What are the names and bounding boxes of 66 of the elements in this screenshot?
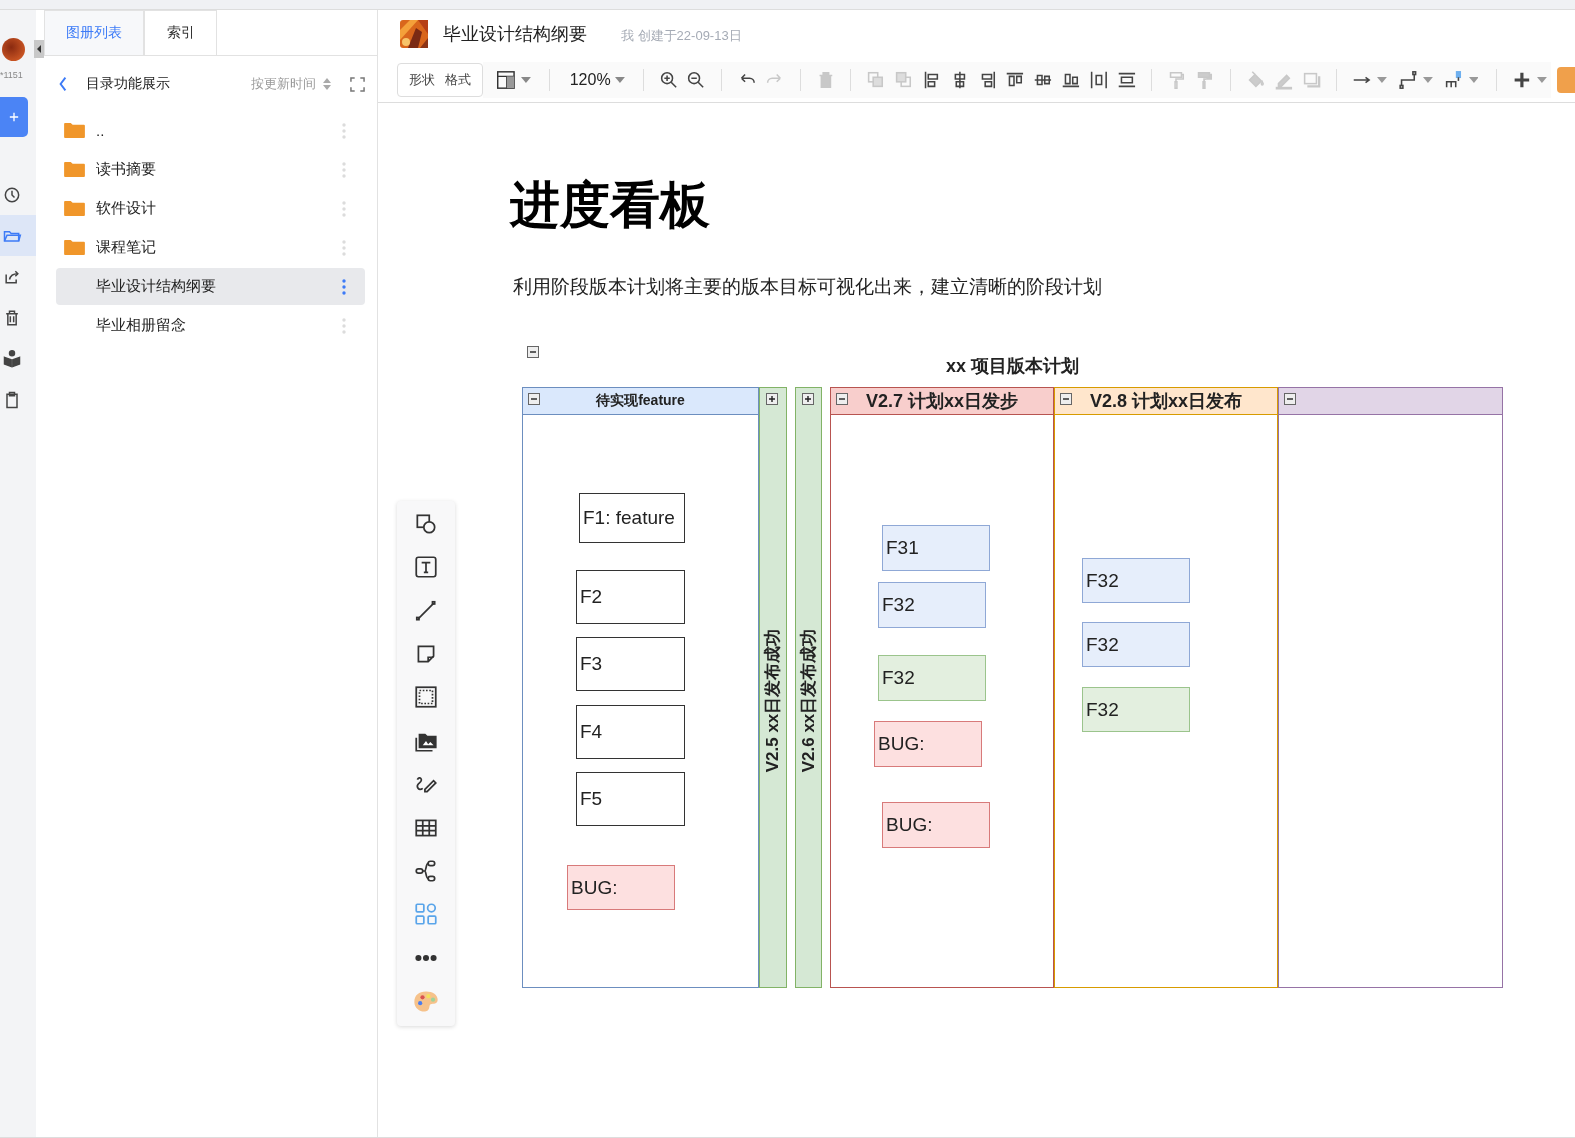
reader-icon[interactable] (2, 348, 22, 369)
user-avatar[interactable] (2, 37, 25, 61)
task-card: F32 (1082, 558, 1190, 603)
caret-icon[interactable] (1377, 77, 1388, 83)
lane-title: V2.7 计划xx日发步 (865, 390, 1019, 413)
caret-icon[interactable] (520, 77, 531, 83)
caret-icon[interactable] (614, 77, 625, 83)
task-card: F31 (882, 525, 990, 571)
lane-title: V2.5 xx日发布成功 (762, 628, 784, 773)
panel-tab[interactable]: 格式 (440, 71, 476, 89)
task-card: F32 (878, 655, 986, 701)
zoom-level[interactable]: 120% (569, 71, 611, 89)
page-description: 利用阶段版本计划将主要的版本目标可视化出来，建立清晰的阶段计划 (513, 275, 1103, 299)
collapse-toggle-icon[interactable] (34, 40, 44, 58)
back-icon[interactable] (58, 76, 68, 92)
task-card: F2 (576, 570, 685, 624)
caret-icon[interactable] (1537, 77, 1548, 83)
mind-map-icon[interactable] (413, 857, 439, 884)
caret-icon[interactable] (1422, 77, 1433, 83)
collapse-icon[interactable] (1284, 393, 1296, 405)
folder-icon (64, 239, 85, 256)
expand-icon[interactable] (766, 393, 778, 405)
sidebar-tab[interactable]: 图册列表 (44, 10, 144, 55)
lane-title: V2.6 xx日发布成功 (798, 628, 819, 773)
connector-icon[interactable] (1397, 69, 1419, 91)
more-options-icon[interactable] (342, 278, 346, 295)
user-id: *1151 (0, 70, 23, 80)
folder-icon (64, 200, 85, 217)
file-list-item[interactable]: .. (56, 112, 365, 149)
task-card: F32 (878, 582, 986, 628)
task-card: F5 (576, 772, 685, 826)
lane-title: 待实现feature (596, 392, 685, 410)
task-card: BUG: (882, 802, 990, 848)
task-card: F1: feature (579, 493, 685, 543)
sidebar-tab[interactable]: 索引 (144, 10, 217, 55)
caret-icon[interactable] (1468, 77, 1479, 83)
page-heading: 进度看板 (510, 176, 711, 235)
file-list-item[interactable]: 课程笔记 (56, 229, 365, 266)
task-card: BUG: (874, 721, 982, 767)
file-list-item[interactable]: 软件设计 (56, 190, 365, 227)
folder-icon (64, 122, 85, 139)
lane-title: V2.8 计划xx日发布 (1089, 390, 1243, 413)
task-card: F32 (1082, 622, 1190, 667)
file-list-item[interactable]: 读书摘要 (56, 151, 365, 188)
folder-title: 目录功能展示 (86, 75, 171, 93)
add-icon[interactable] (0, 97, 28, 137)
collapse-icon[interactable] (1060, 393, 1072, 405)
collapse-icon[interactable] (527, 346, 539, 358)
panel-tab[interactable]: 形状 (404, 71, 440, 89)
layout-icon[interactable] (495, 69, 517, 91)
task-card: F3 (576, 637, 685, 691)
folder-icon (64, 161, 85, 178)
file-list-item[interactable]: 毕业相册留念 (56, 307, 365, 344)
frame-icon[interactable] (413, 684, 439, 711)
collapse-icon[interactable] (836, 393, 848, 405)
fullscreen-icon[interactable] (350, 76, 365, 92)
document-title: 毕业设计结构纲要 (443, 23, 587, 46)
collapse-icon[interactable] (528, 393, 540, 405)
document-meta: 我 创建于22-09-13日 (621, 27, 742, 45)
task-card: F32 (1082, 687, 1190, 732)
expand-icon[interactable] (802, 393, 814, 405)
pool-title: xx 项目版本计划 (946, 355, 1079, 377)
task-card: BUG: (567, 865, 675, 910)
file-list-item[interactable]: 毕业设计结构纲要 (56, 268, 365, 305)
text-icon[interactable] (413, 554, 439, 581)
task-card: F4 (576, 705, 685, 759)
